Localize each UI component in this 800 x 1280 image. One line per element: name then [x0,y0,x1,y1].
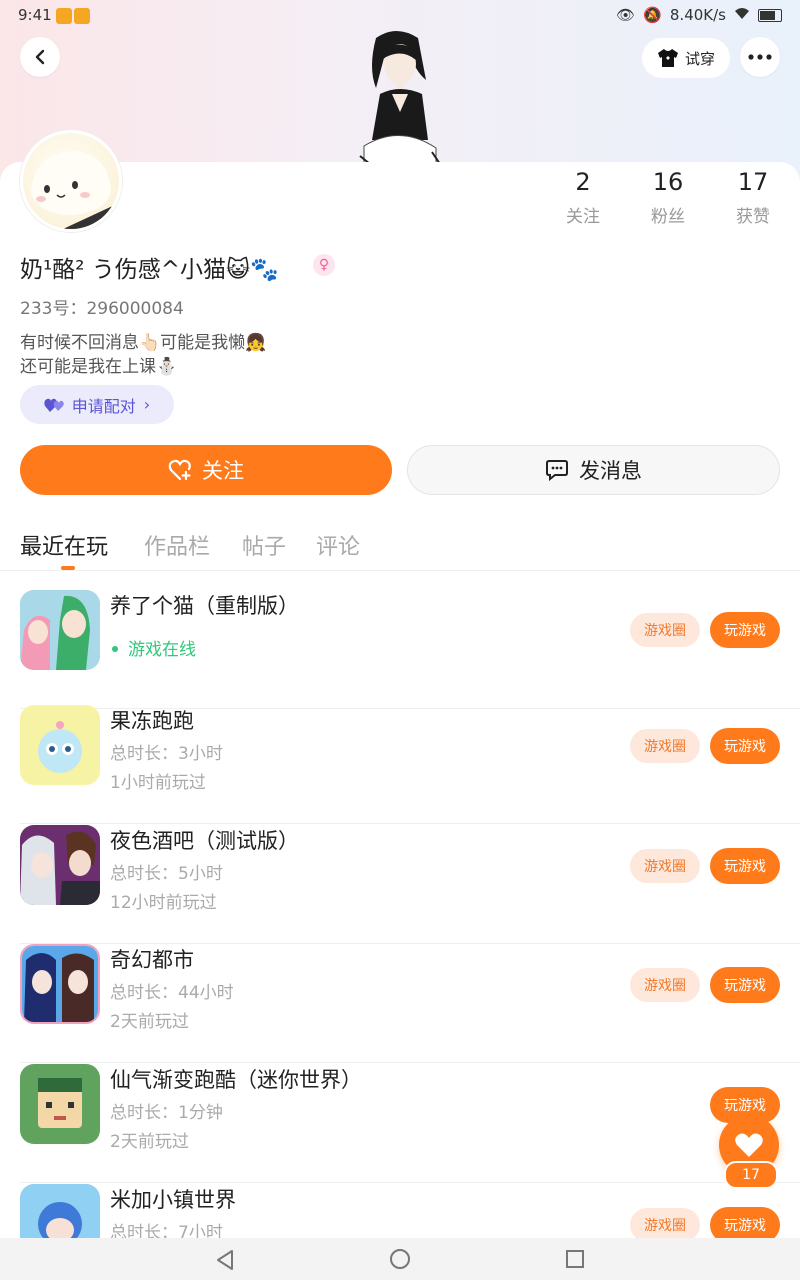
game-icon [20,705,100,785]
game-duration: 总时长：5小时 [110,864,223,884]
nav-recents-icon[interactable] [565,1249,585,1269]
stat-following[interactable]: 2 关注 [543,168,623,227]
game-duration: 总时长：1分钟 [110,1103,223,1123]
game-row[interactable]: 奇幻都市 总时长：44小时 2天前玩过 游戏圈 玩游戏 [0,944,800,1063]
chevron-left-icon [35,49,45,65]
game-row[interactable]: 米加小镇世界 总时长：7小时 游戏圈 玩游戏 [0,1184,800,1238]
play-game-button[interactable]: 玩游戏 [710,967,780,1003]
row-divider [20,1062,800,1063]
try-on-label: 试穿 [684,49,715,68]
tab-comments[interactable]: 评论 [316,529,360,561]
back-button[interactable] [20,37,60,77]
game-name: 果冻跑跑 [110,709,194,733]
network-speed: 8.40K/s [669,6,726,24]
more-dots-icon [748,54,772,60]
pair-label: 申请配对 [71,396,136,416]
game-name: 养了个猫（重制版） [110,594,299,618]
game-row[interactable]: 养了个猫（重制版） 游戏在线 游戏圈 玩游戏 [0,590,800,709]
notification-icon [56,8,72,24]
stat-fans[interactable]: 16 粉丝 [628,168,708,227]
game-duration: 总时长：7小时 [110,1223,223,1238]
tab-recent-play[interactable]: 最近在玩 [20,529,108,561]
game-name: 米加小镇世界 [110,1188,236,1212]
game-name: 奇幻都市 [110,948,194,972]
play-game-button[interactable]: 玩游戏 [710,1207,780,1238]
play-game-button[interactable]: 玩游戏 [710,728,780,764]
tab-divider [0,570,800,571]
notification-icon [74,8,90,24]
play-game-button[interactable]: 玩游戏 [710,612,780,648]
wifi-icon [734,6,750,24]
stat-likes[interactable]: 17 获赞 [713,168,793,227]
system-nav-bar [0,1238,800,1280]
user-id[interactable]: 233号：296000084 [20,294,184,319]
game-row[interactable]: 果冻跑跑 总时长：3小时 1小时前玩过 游戏圈 玩游戏 [0,705,800,824]
game-last-played: 12小时前玩过 [110,893,217,913]
follow-label: 关注 [202,459,244,483]
game-circle-button[interactable]: 游戏圈 [630,1208,700,1238]
battery-icon [758,8,782,22]
game-last-played: 1小时前玩过 [110,773,206,793]
game-duration: 总时长：44小时 [110,983,234,1003]
game-circle-button[interactable]: 游戏圈 [630,968,700,1002]
message-label: 发消息 [579,459,642,483]
game-circle-button[interactable]: 游戏圈 [630,613,700,647]
try-on-button[interactable]: 试穿 [642,38,730,78]
game-name: 仙气渐变跑酷（迷你世界） [110,1068,362,1092]
bio-line: 还可能是我在上课⛄ [20,357,178,377]
request-pair-button[interactable]: 申请配对 › [20,385,174,424]
female-gender-icon: ♀ [313,254,335,276]
stat-label: 关注 [566,207,600,227]
game-icon [20,825,100,905]
game-icon [20,1064,100,1144]
game-circle-button[interactable]: 游戏圈 [630,849,700,883]
stat-value: 17 [737,168,769,196]
cat-avatar-icon [31,151,119,229]
game-row[interactable]: 仙气渐变跑酷（迷你世界） 总时长：1分钟 2天前玩过 玩游戏 [0,1064,800,1183]
chevron-right-icon: › [143,395,151,414]
game-last-played: 2天前玩过 [110,1132,189,1152]
row-divider [20,1182,800,1183]
chat-bubble-icon [546,460,568,481]
status-time: 9:41 [18,6,52,24]
game-icon [20,944,100,1024]
game-circle-button[interactable]: 游戏圈 [630,729,700,763]
eye-icon: 👁 [616,6,636,24]
stat-label: 获赞 [736,207,770,227]
hearts-icon [44,398,64,412]
game-online-status: 游戏在线 [110,635,196,660]
nav-home-icon[interactable] [389,1248,411,1270]
game-name: 夜色酒吧（测试版） [110,829,299,853]
follow-button[interactable]: 关注 [20,445,392,495]
message-button[interactable]: 发消息 [407,445,780,495]
stat-label: 粉丝 [651,207,685,227]
avatar-character [359,31,440,164]
more-button[interactable] [740,37,780,77]
game-last-played: 2天前玩过 [110,1012,189,1032]
row-divider [20,823,800,824]
mute-icon: 🔕 [643,6,662,24]
heart-icon [735,1133,763,1157]
bio-line: 有时候不回消息👆🏻可能是我懒👧 [20,333,267,353]
stat-value: 2 [575,168,591,196]
tab-posts[interactable]: 帖子 [242,529,286,561]
tab-works[interactable]: 作品栏 [144,529,210,561]
profile-avatar[interactable] [20,130,122,232]
tshirt-icon [657,49,678,67]
play-game-button[interactable]: 玩游戏 [710,848,780,884]
game-icon [20,1184,100,1238]
nav-back-icon[interactable] [214,1249,236,1271]
game-icon [20,590,100,670]
username: 奶¹酪² う伤感^小猫😺🐾 [20,257,279,283]
stat-value: 16 [652,168,684,196]
like-count-badge: 17 [724,1161,778,1189]
game-duration: 总时长：3小时 [110,744,223,764]
heart-plus-icon [168,459,191,481]
game-row[interactable]: 夜色酒吧（测试版） 总时长：5小时 12小时前玩过 游戏圈 玩游戏 [0,825,800,944]
